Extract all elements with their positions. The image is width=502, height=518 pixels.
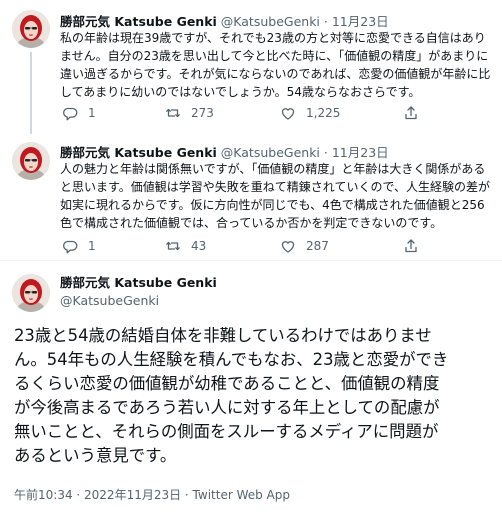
heart-icon xyxy=(281,108,295,120)
divider xyxy=(0,260,502,261)
avatar-image xyxy=(12,274,50,312)
tweet-text-line: が今後高まるであろう若い人に対する年上としての配慮が xyxy=(14,398,440,417)
tweet-header: 勝部元気 Katsube Genki @KatsubeGenki · 11月23… xyxy=(60,11,389,30)
share-button[interactable] xyxy=(403,103,419,123)
heart-icon xyxy=(281,241,295,253)
avatar[interactable] xyxy=(12,274,50,312)
author-handle[interactable]: @KatsubeGenki xyxy=(221,14,320,29)
tweet-text-line: 如実に現れるからです。仮に方向性が同じでも、4色で構成された価値観と256 xyxy=(60,198,485,212)
tweet-text-line: 23歳と54歳の結婚自体を非難しているわけではありませ xyxy=(14,326,432,345)
tweet-timestamp[interactable]: 午前10:34 · 2022年11月23日 · Twitter Web App xyxy=(14,486,290,503)
thread-line xyxy=(30,52,32,134)
author-name[interactable]: 勝部元気 Katsube Genki xyxy=(60,14,217,29)
share-button[interactable] xyxy=(403,236,419,256)
tweet-text-line: ません。自分の23歳を思い出して今と比べた時に、「価値観の精度」があまりに xyxy=(60,49,489,63)
like-count: 287 xyxy=(306,239,329,253)
reply-count: 1 xyxy=(88,239,96,253)
tweet-date[interactable]: · 11月23日 xyxy=(324,14,389,29)
tweet-text-line: 違い過ぎるからです。それが気にならないのであれば、恋愛の価値観が年齢に比 xyxy=(60,67,491,81)
tweet-date[interactable]: · 11月23日 xyxy=(324,145,389,160)
author-handle[interactable]: @KatsubeGenki xyxy=(60,293,159,308)
tweet-text-line: あるという意見です。 xyxy=(14,446,177,465)
retweet-count: 273 xyxy=(191,106,214,120)
tweet-1[interactable]: 勝部元気 Katsube Genki @KatsubeGenki · 11月23… xyxy=(0,0,502,134)
main-tweet-text: 23歳と54歳の結婚自体を非難しているわけではありませ ん。54年もの人生経験を… xyxy=(14,324,448,468)
tweet-text: 人の魅力と年齢は関係無いですが、「価値観の精度」と年齢は大きく関係がある と思い… xyxy=(60,160,490,232)
tweet-header: 勝部元気 Katsube Genki @KatsubeGenki · 11月23… xyxy=(60,142,389,161)
tweet-text-line: 色で構成された価値観では、合っているか否かを判定できないのです。 xyxy=(60,216,443,230)
tweet-2[interactable]: 勝部元気 Katsube Genki @KatsubeGenki · 11月23… xyxy=(0,130,502,260)
reply-button[interactable]: 1 xyxy=(62,236,96,256)
avatar-image xyxy=(12,10,50,48)
retweet-icon xyxy=(166,108,180,118)
avatar[interactable] xyxy=(12,142,50,180)
tweet-actions: 1 43 287 xyxy=(60,236,490,256)
reply-icon xyxy=(63,107,78,121)
avatar-image xyxy=(12,142,50,180)
retweet-button[interactable]: 273 xyxy=(165,103,214,123)
share-icon xyxy=(405,239,417,253)
retweet-count: 43 xyxy=(191,239,207,253)
tweet-text-line: 私の年齢は現在39歳ですが、それでも23歳の方と対等に恋愛できる自信はあり xyxy=(60,31,486,45)
author-handle[interactable]: @KatsubeGenki xyxy=(221,145,320,160)
retweet-icon xyxy=(166,241,180,251)
author-name[interactable]: 勝部元気 Katsube Genki xyxy=(60,272,217,291)
tweet-actions: 1 273 1,225 xyxy=(60,103,490,123)
like-button[interactable]: 287 xyxy=(280,236,329,256)
like-count: 1,225 xyxy=(306,106,341,120)
reply-icon xyxy=(63,240,78,254)
tweet-text-line: ん。54年もの人生経験を積んでもなお、23歳と恋愛ができ xyxy=(14,350,449,369)
tweet-text-line: 人の魅力と年齢は関係無いですが、「価値観の精度」と年齢は大きく関係がある xyxy=(60,162,486,176)
reply-button[interactable]: 1 xyxy=(62,103,96,123)
tweet-text-line: してあまりに幼いのではないでしょうか。54歳ならなおさらです。 xyxy=(60,85,421,99)
tweet-text-line: 無いことと、それらの側面をスルーするメディアに問題が xyxy=(14,422,439,441)
retweet-button[interactable]: 43 xyxy=(165,236,206,256)
share-icon xyxy=(405,106,417,120)
avatar[interactable] xyxy=(12,10,50,48)
author-name[interactable]: 勝部元気 Katsube Genki xyxy=(60,145,217,160)
tweet-text-line: るくらい恋愛の価値観が幼稚であることと、価値観の精度 xyxy=(14,374,440,393)
like-button[interactable]: 1,225 xyxy=(280,103,340,123)
tweet-text-line: と思います。価値観は学習や失敗を重ねて精錬されていくので、人生経験の差が xyxy=(60,180,490,194)
reply-count: 1 xyxy=(88,106,96,120)
tweet-text: 私の年齢は現在39歳ですが、それでも23歳の方と対等に恋愛できる自信はあり ませ… xyxy=(60,29,490,101)
